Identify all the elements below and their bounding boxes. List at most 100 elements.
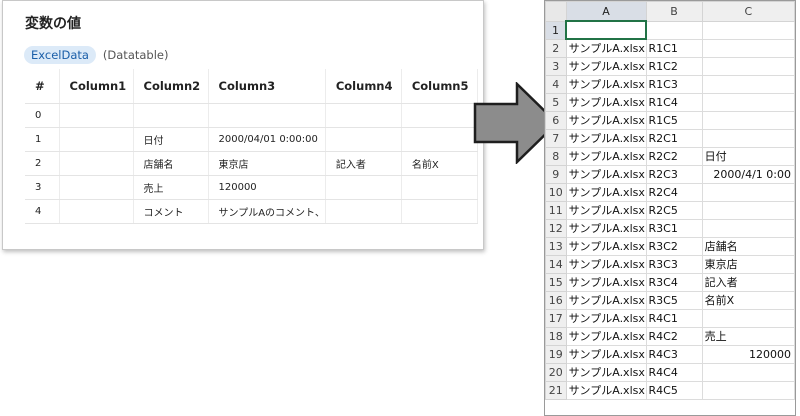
datatable-row: 4 コメント サンプルAのコメント、 (25, 199, 478, 224)
excel-cell-a[interactable]: サンプルA.xlsx (565, 236, 647, 256)
excel-grid: A B C 1 2 サンプルA.xlsx R1C1 3 サンプルA.xlsx R1C2 4 サン… (545, 1, 795, 400)
excel-cell-b[interactable]: R2C1 (645, 128, 703, 148)
excel-row-header[interactable]: 13 (545, 236, 567, 256)
excel-cell-c[interactable] (701, 74, 795, 94)
excel-cell-c[interactable]: 東京店 (701, 254, 795, 274)
excel-row-header[interactable]: 20 (545, 362, 567, 382)
excel-cell-a[interactable]: サンプルA.xlsx (565, 128, 647, 148)
excel-row-header[interactable]: 10 (545, 182, 567, 202)
excel-cell-c[interactable]: 名前X (701, 290, 795, 310)
datatable-cell (401, 103, 478, 128)
excel-col-header-c[interactable]: C (701, 1, 795, 22)
excel-col-header-a[interactable]: A (565, 1, 647, 22)
excel-cell-a[interactable]: サンプルA.xlsx (565, 164, 647, 184)
excel-row-header[interactable]: 1 (545, 20, 567, 40)
excel-cell-a[interactable]: サンプルA.xlsx (565, 272, 647, 292)
excel-cell-a[interactable]: サンプルA.xlsx (565, 74, 647, 94)
excel-cell-b[interactable]: R3C3 (645, 254, 703, 274)
excel-cell-a[interactable]: サンプルA.xlsx (565, 254, 647, 274)
excel-cell-b[interactable]: R1C1 (645, 38, 703, 58)
excel-cell-a[interactable]: サンプルA.xlsx (565, 362, 647, 382)
excel-row-header[interactable]: 21 (545, 380, 567, 400)
excel-cell-c[interactable] (701, 218, 795, 238)
excel-cell-c[interactable]: 売上 (701, 326, 795, 346)
excel-row-header[interactable]: 7 (545, 128, 567, 148)
select-all-corner[interactable] (545, 1, 567, 22)
excel-row-header[interactable]: 2 (545, 38, 567, 58)
excel-col-header-b[interactable]: B (645, 1, 703, 22)
excel-cell-b[interactable]: R1C3 (645, 74, 703, 94)
excel-cell-a[interactable]: サンプルA.xlsx (565, 92, 647, 112)
excel-cell-b[interactable]: R3C2 (645, 236, 703, 256)
excel-row-header[interactable]: 19 (545, 344, 567, 364)
excel-cell-a[interactable]: サンプルA.xlsx (565, 308, 647, 328)
excel-cell-c[interactable]: 2000/4/1 0:00 (701, 164, 795, 184)
excel-cell-b[interactable]: R4C2 (645, 326, 703, 346)
excel-row-header[interactable]: 9 (545, 164, 567, 184)
excel-cell-a[interactable]: サンプルA.xlsx (565, 218, 647, 238)
excel-cell-a[interactable]: サンプルA.xlsx (565, 146, 647, 166)
excel-cell-b[interactable] (645, 20, 703, 40)
excel-cell-c[interactable]: 120000 (701, 344, 795, 364)
excel-row-header[interactable]: 4 (545, 74, 567, 94)
excel-cell-b[interactable]: R1C5 (645, 110, 703, 130)
excel-row-header[interactable]: 6 (545, 110, 567, 130)
excel-cell-b[interactable]: R3C1 (645, 218, 703, 238)
excel-cell-c[interactable] (701, 20, 795, 40)
excel-row-header[interactable]: 15 (545, 272, 567, 292)
excel-cell-b[interactable]: R4C4 (645, 362, 703, 382)
excel-cell-c[interactable]: 記入者 (701, 272, 795, 292)
excel-row: 20 サンプルA.xlsx R4C4 (545, 362, 795, 382)
excel-cell-c[interactable] (701, 128, 795, 148)
excel-cell-a[interactable]: サンプルA.xlsx (565, 56, 647, 76)
excel-cell-b[interactable]: R2C4 (645, 182, 703, 202)
excel-cell-a[interactable]: サンプルA.xlsx (565, 182, 647, 202)
excel-cell-a[interactable]: サンプルA.xlsx (565, 200, 647, 220)
excel-cell-a[interactable]: サンプルA.xlsx (565, 344, 647, 364)
datatable-row: 1 日付 2000/04/01 0:00:00 (25, 127, 478, 152)
excel-cell-a[interactable] (565, 20, 647, 40)
excel-cell-c[interactable] (701, 200, 795, 220)
excel-row-header[interactable]: 17 (545, 308, 567, 328)
excel-cell-a[interactable]: サンプルA.xlsx (565, 326, 647, 346)
datatable-cell (325, 127, 402, 152)
excel-cell-b[interactable]: R2C5 (645, 200, 703, 220)
excel-cell-c[interactable]: 店舗名 (701, 236, 795, 256)
excel-cell-b[interactable]: R1C4 (645, 92, 703, 112)
datatable-cell (59, 103, 134, 128)
excel-cell-b[interactable]: R3C5 (645, 290, 703, 310)
excel-cell-c[interactable] (701, 362, 795, 382)
excel-row-header[interactable]: 11 (545, 200, 567, 220)
excel-row-header[interactable]: 3 (545, 56, 567, 76)
excel-cell-c[interactable] (701, 92, 795, 112)
excel-cell-a[interactable]: サンプルA.xlsx (565, 38, 647, 58)
excel-cell-a[interactable]: サンプルA.xlsx (565, 380, 647, 400)
excel-row-header[interactable]: 16 (545, 290, 567, 310)
excel-cell-c[interactable] (701, 56, 795, 76)
excel-cell-b[interactable]: R2C2 (645, 146, 703, 166)
excel-cell-c[interactable] (701, 380, 795, 400)
excel-row: 18 サンプルA.xlsx R4C2 売上 (545, 326, 795, 346)
excel-cell-c[interactable] (701, 308, 795, 328)
excel-cell-b[interactable]: R4C5 (645, 380, 703, 400)
excel-cell-c[interactable] (701, 182, 795, 202)
excel-row-header[interactable]: 18 (545, 326, 567, 346)
excel-cell-b[interactable]: R3C4 (645, 272, 703, 292)
datatable-cell: 記入者 (325, 151, 402, 176)
excel-cell-a[interactable]: サンプルA.xlsx (565, 290, 647, 310)
excel-cell-a[interactable]: サンプルA.xlsx (565, 110, 647, 130)
excel-row-header[interactable]: 12 (545, 218, 567, 238)
excel-cell-c[interactable]: 日付 (701, 146, 795, 166)
datatable-cell: コメント (133, 199, 209, 224)
excel-row-header[interactable]: 14 (545, 254, 567, 274)
excel-cell-b[interactable]: R4C1 (645, 308, 703, 328)
excel-row-header[interactable]: 5 (545, 92, 567, 112)
excel-cell-c[interactable] (701, 110, 795, 130)
excel-row-header[interactable]: 8 (545, 146, 567, 166)
variable-name-chip[interactable]: ExcelData (24, 46, 96, 64)
excel-cell-b[interactable]: R2C3 (645, 164, 703, 184)
excel-cell-b[interactable]: R4C3 (645, 344, 703, 364)
excel-cell-b[interactable]: R1C2 (645, 56, 703, 76)
excel-cell-c[interactable] (701, 38, 795, 58)
datatable-cell: 売上 (133, 175, 209, 200)
